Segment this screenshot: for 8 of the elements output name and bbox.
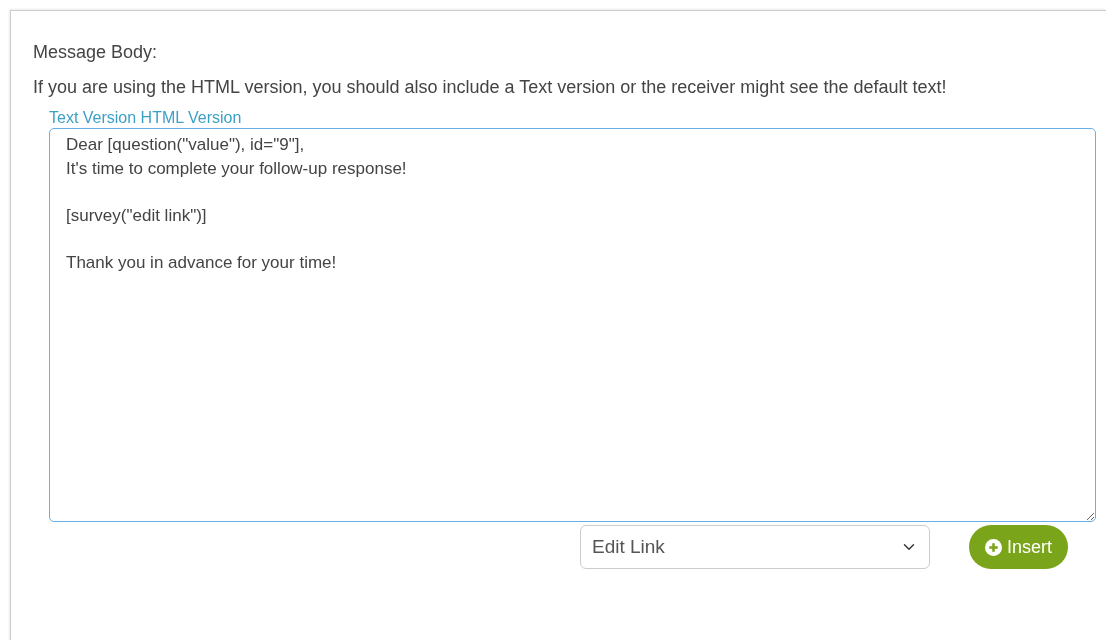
insert-type-select[interactable]: Edit Link — [580, 525, 930, 569]
message-body-field[interactable]: Dear [question("value"), id="9"], It's time to complete your follow-up response! [survey("edit link")] Thank you in advance for your time! — [49, 128, 1096, 522]
version-link[interactable]: Text Version — [49, 109, 137, 126]
section-title: Message Body: — [33, 41, 159, 64]
version-link[interactable]: HTML Version — [140, 109, 242, 126]
notice-text: If you are using the HTML version, you should also include a Text version or the receiver might see the default text! — [33, 76, 948, 99]
insert-button[interactable]: Insert — [969, 525, 1069, 569]
plus-circle-icon — [985, 538, 1002, 556]
